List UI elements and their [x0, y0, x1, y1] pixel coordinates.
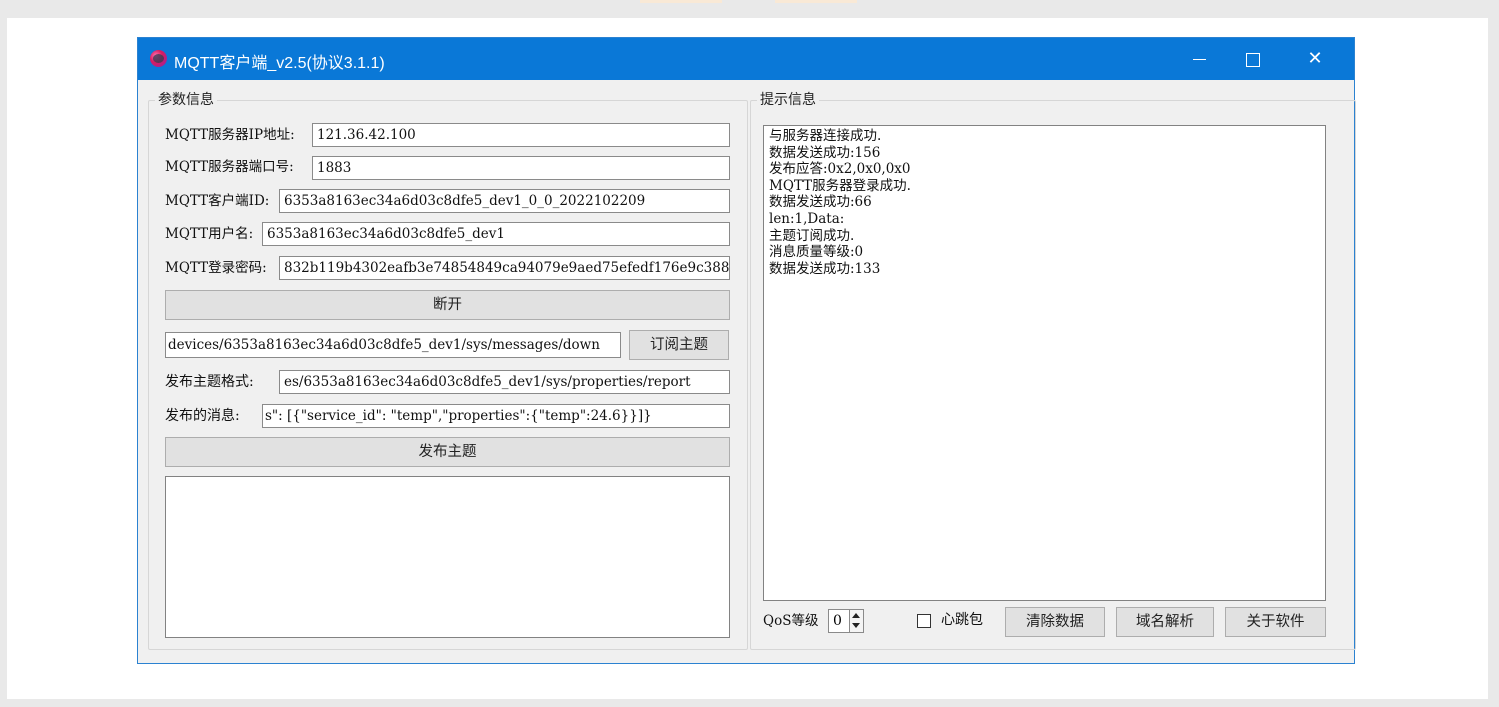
receive-textarea[interactable]: [165, 476, 730, 638]
publish-msg-field[interactable]: s": [{"service_id": "temp","properties":…: [262, 404, 730, 428]
username-label: MQTT用户名:: [165, 226, 254, 242]
title-bar[interactable]: MQTT客户端_v2.5(协议3.1.1) ✕: [138, 38, 1354, 80]
client-id-label: MQTT客户端ID:: [165, 193, 270, 209]
password-label: MQTT登录密码:: [165, 260, 267, 276]
heartbeat-label: 心跳包: [941, 612, 983, 628]
maximize-icon[interactable]: [1228, 38, 1278, 80]
app-window: MQTT客户端_v2.5(协议3.1.1) ✕ 参数信息 MQTT服务器IP地址…: [137, 37, 1356, 664]
publish-topic-field[interactable]: es/6353a8163ec34a6d03c8dfe5_dev1/sys/pro…: [279, 370, 730, 394]
about-button[interactable]: 关于软件: [1225, 607, 1326, 637]
qos-value: 0: [833, 613, 842, 629]
publish-button[interactable]: 发布主题: [165, 437, 730, 467]
log-line: 消息质量等级:0: [769, 244, 864, 261]
client-id-field[interactable]: 6353a8163ec34a6d03c8dfe5_dev1_0_0_202210…: [279, 189, 730, 213]
subscribe-topic-field[interactable]: devices/6353a8163ec34a6d03c8dfe5_dev1/sy…: [165, 332, 621, 358]
params-group-title: 参数信息: [155, 91, 217, 109]
server-port-field[interactable]: 1883: [312, 156, 730, 180]
log-line: 发布应答:0x2,0x0,0x0: [769, 161, 911, 178]
server-ip-field[interactable]: 121.36.42.100: [312, 123, 730, 147]
params-group: 参数信息 MQTT服务器IP地址: 121.36.42.100 MQTT服务器端…: [148, 91, 748, 650]
username-field[interactable]: 6353a8163ec34a6d03c8dfe5_dev1: [262, 222, 730, 246]
log-line: len:1,Data:: [769, 210, 845, 227]
log-line: 数据发送成功:133: [769, 260, 881, 277]
qos-spinner[interactable]: 0: [828, 609, 864, 633]
heartbeat-checkbox[interactable]: [917, 614, 931, 628]
log-line: 与服务器连接成功.: [769, 128, 882, 144]
minimize-icon[interactable]: [1174, 38, 1224, 80]
info-group: 提示信息 与服务器连接成功. 数据发送成功:156 发布应答:0x2,0x0,0x0…: [750, 91, 1356, 650]
log-line: 数据发送成功:156: [769, 144, 881, 161]
app-icon: [150, 50, 167, 67]
server-ip-label: MQTT服务器IP地址:: [165, 127, 295, 143]
clear-data-button[interactable]: 清除数据: [1005, 607, 1105, 637]
log-line: 主题订阅成功.: [769, 227, 855, 244]
dns-resolve-button[interactable]: 域名解析: [1116, 607, 1214, 637]
password-field[interactable]: 832b119b4302eafb3e74854849ca94079e9aed75…: [279, 256, 730, 280]
close-icon[interactable]: ✕: [1290, 38, 1340, 80]
publish-msg-label: 发布的消息:: [165, 408, 240, 424]
qos-label: QoS等级: [763, 613, 819, 629]
disconnect-button[interactable]: 断开: [165, 290, 730, 320]
window-title: MQTT客户端_v2.5(协议3.1.1): [174, 55, 385, 72]
spinner-arrows-icon[interactable]: [849, 610, 863, 632]
log-line: 数据发送成功:66: [769, 194, 872, 211]
server-port-label: MQTT服务器端口号:: [165, 159, 294, 175]
log-line: MQTT服务器登录成功.: [769, 177, 911, 194]
info-group-title: 提示信息: [757, 91, 819, 109]
publish-topic-label: 发布主题格式:: [165, 374, 254, 390]
log-output[interactable]: 与服务器连接成功. 数据发送成功:156 发布应答:0x2,0x0,0x0 MQTT服…: [763, 125, 1326, 601]
subscribe-button[interactable]: 订阅主题: [629, 330, 729, 360]
